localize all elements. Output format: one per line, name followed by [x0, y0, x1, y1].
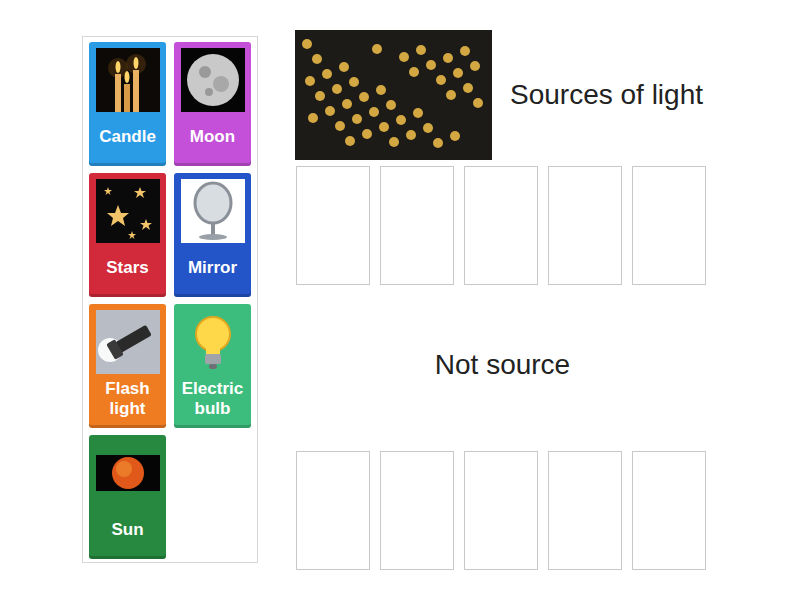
- group-header: Not source: [295, 285, 710, 445]
- stars-icon: [96, 179, 160, 243]
- sun-icon: [96, 441, 160, 505]
- drop-slot[interactable]: [296, 166, 370, 285]
- item-label: Stars: [106, 243, 149, 291]
- group-title: Sources of light: [510, 79, 703, 111]
- drop-slot[interactable]: [632, 166, 706, 285]
- group-title: Not source: [435, 349, 570, 381]
- drop-slot[interactable]: [464, 451, 538, 570]
- drop-slot[interactable]: [548, 451, 622, 570]
- group-header: Sources of light: [295, 30, 710, 160]
- bulb-icon: [181, 310, 245, 374]
- drop-row: [296, 451, 710, 570]
- item-label: Electric bulb: [178, 374, 247, 422]
- item-label: Mirror: [188, 243, 237, 291]
- item-label: Moon: [190, 112, 235, 160]
- item-tile[interactable]: Electric bulb: [174, 304, 251, 428]
- moon-icon: [181, 48, 245, 112]
- item-tile[interactable]: Candle: [89, 42, 166, 166]
- item-tile[interactable]: Moon: [174, 42, 251, 166]
- item-label: Flash light: [93, 374, 162, 422]
- item-label: Sun: [111, 505, 143, 553]
- drop-slot[interactable]: [380, 166, 454, 285]
- drop-slot[interactable]: [464, 166, 538, 285]
- light-photo: [295, 30, 492, 160]
- drop-slot[interactable]: [548, 166, 622, 285]
- candle-icon: [96, 48, 160, 112]
- drop-slot[interactable]: [296, 451, 370, 570]
- item-bank: Candle Moon Stars Mirror Flash light Electric…: [82, 36, 258, 563]
- item-tile[interactable]: Flash light: [89, 304, 166, 428]
- drop-slot[interactable]: [380, 451, 454, 570]
- item-tile[interactable]: Mirror: [174, 173, 251, 297]
- sort-area: Sources of light Not source: [295, 30, 710, 600]
- drop-row: [296, 166, 710, 285]
- flashlight-icon: [96, 310, 160, 374]
- item-label: Candle: [99, 112, 156, 160]
- item-tile[interactable]: Sun: [89, 435, 166, 559]
- drop-slot[interactable]: [632, 451, 706, 570]
- item-tile[interactable]: Stars: [89, 173, 166, 297]
- mirror-icon: [181, 179, 245, 243]
